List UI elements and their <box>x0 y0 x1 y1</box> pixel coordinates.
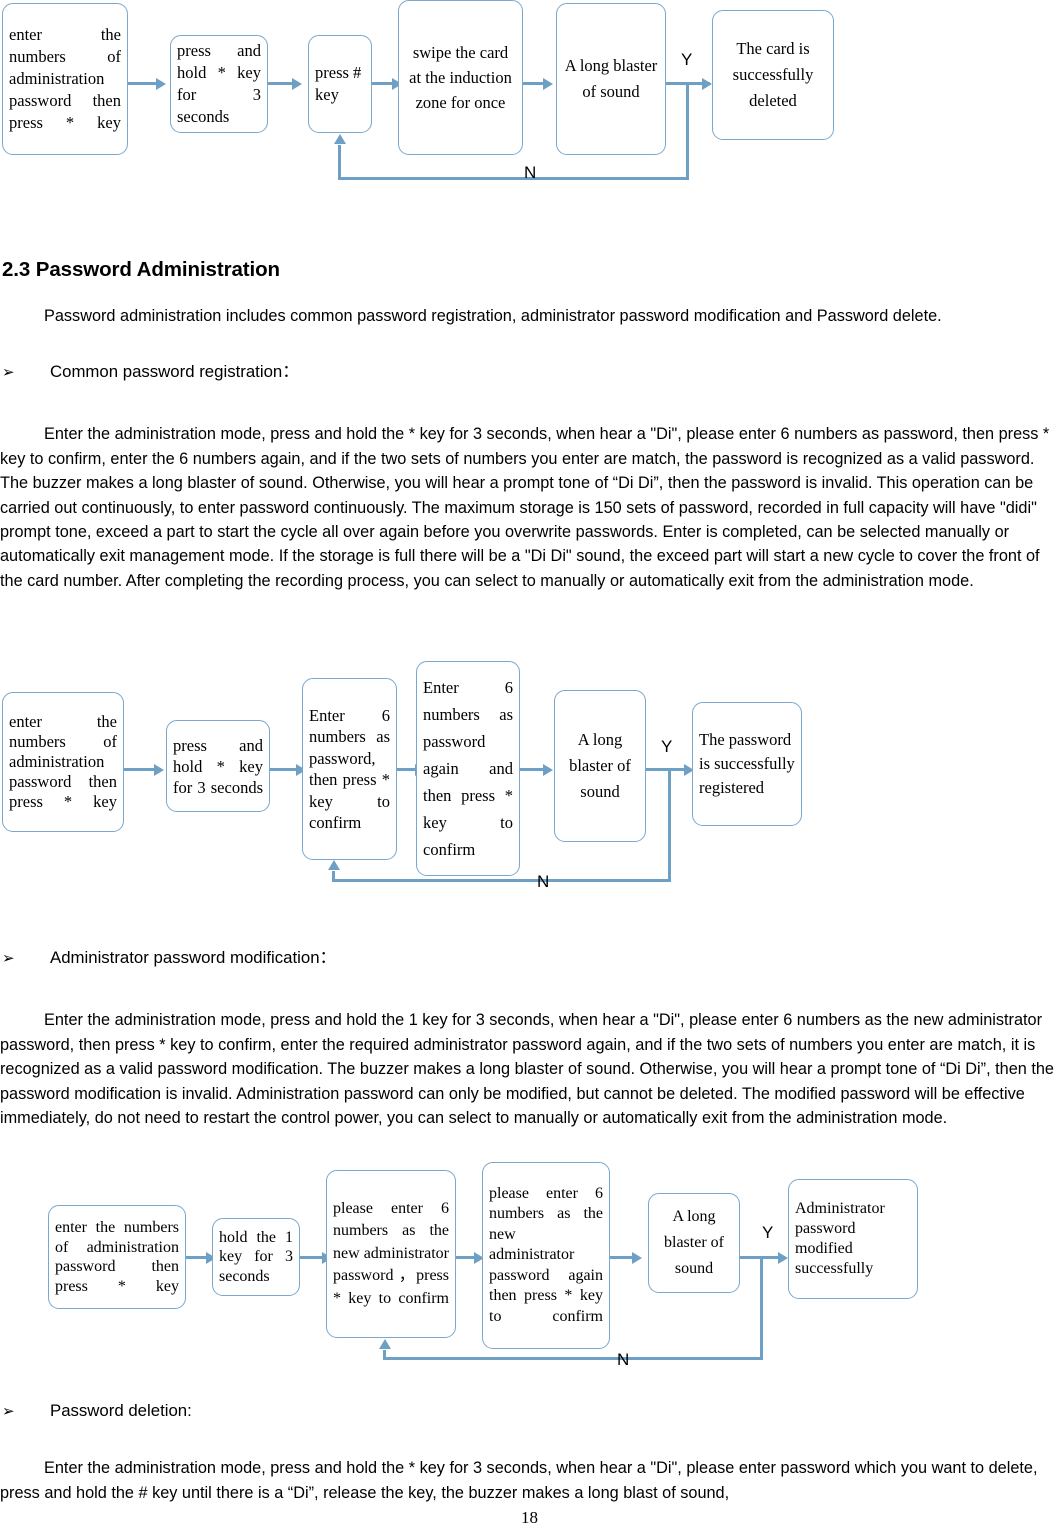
flowchart-card-deletion: enter the numbers of administration pass… <box>0 0 1059 200</box>
branch-label-no: N <box>524 163 537 182</box>
arrowhead-icon <box>543 78 553 90</box>
flow-box-password-registered: The password is successfully registered <box>692 702 802 826</box>
connector-3 <box>372 82 394 85</box>
page-title: 2.3 Password Administration <box>2 258 280 281</box>
bullet-common-password-registration: ➢ Common password registration： <box>2 358 299 382</box>
branch-label-yes: Y <box>762 1223 774 1242</box>
flow-box-text: enter the numbers of administration pass… <box>55 1219 179 1295</box>
flow-box-text: please enter 6 numbers as the new admini… <box>333 1199 449 1307</box>
bullet-label: Password deletion: <box>50 1401 192 1420</box>
branch-label-yes: Y <box>681 50 693 69</box>
flow-box-text: A long blaster of sound <box>664 1208 724 1277</box>
arrowhead-icon <box>292 78 302 90</box>
page-number: 18 <box>521 1508 538 1527</box>
branch-label-no: N <box>617 1350 630 1369</box>
section-paragraph-common-registration: Enter the administration mode, press and… <box>0 425 1050 590</box>
bullet-label: Common password registration： <box>50 362 300 381</box>
feedback-vertical-left <box>332 871 335 881</box>
intro-paragraph: Password administration includes common … <box>44 307 942 326</box>
section-paragraph-password-deletion: Enter the administration mode, press and… <box>0 1459 1038 1502</box>
flow-box-text: press and hold * key for 3 seconds <box>173 735 263 797</box>
arrowhead-icon <box>702 78 712 90</box>
connector-1 <box>128 82 158 85</box>
flow-box-hold-star-key: press and hold * key for 3 seconds <box>170 35 268 133</box>
flow-box-text: hold the 1 key for 3 seconds <box>219 1228 293 1285</box>
arrowhead-icon <box>379 1339 391 1349</box>
feedback-vertical-left <box>383 1350 386 1360</box>
arrowhead-icon <box>156 78 166 90</box>
arrow-bullet-icon: ➢ <box>2 1402 15 1420</box>
flow-box-admin-password-modified: Administrator password modified successf… <box>788 1179 918 1299</box>
feedback-horizontal <box>332 879 670 882</box>
arrowhead-icon <box>778 1252 788 1264</box>
feedback-vertical-right <box>760 1256 763 1360</box>
flow-box-text: The password is successfully registered <box>699 730 795 797</box>
arrowhead-icon <box>154 764 164 776</box>
branch-label-yes: Y <box>661 737 673 756</box>
feedback-horizontal <box>383 1357 763 1360</box>
flow-box-text: A long blaster of sound <box>569 730 631 801</box>
flow-box-swipe-card: swipe the card at the induction zone for… <box>398 0 523 155</box>
connector-1 <box>124 768 156 771</box>
connector-4 <box>523 82 545 85</box>
flow-box-card-deleted: The card is successfully deleted <box>712 10 834 140</box>
flow-box-press-hash-key: press # key <box>308 35 372 133</box>
flow-box-enter-admin-password: enter the numbers of administration pass… <box>48 1205 186 1309</box>
arrowhead-icon <box>334 134 346 144</box>
flow-box-enter-admin-password: enter the numbers of administration pass… <box>2 3 128 155</box>
flow-box-hold-1-key: hold the 1 key for 3 seconds <box>212 1218 300 1296</box>
arrowhead-icon <box>328 860 340 870</box>
flow-box-enter-6-numbers-again: Enter 6 numbers as password again and th… <box>416 661 520 876</box>
flow-box-text: The card is successfully deleted <box>732 39 814 110</box>
bullet-label: Administrator password modification： <box>50 948 337 967</box>
feedback-vertical-left <box>338 145 341 179</box>
flowchart-password-registration: enter the numbers of administration pass… <box>0 650 1059 900</box>
flow-box-text: Enter 6 numbers as password, then press … <box>309 705 390 833</box>
feedback-vertical-right <box>686 82 689 180</box>
connector-2 <box>268 82 294 85</box>
flow-box-long-blaster-sound: A long blaster of sound <box>648 1193 740 1293</box>
flow-box-text: Administrator password modified successf… <box>795 1200 885 1277</box>
branch-label-no: N <box>537 872 550 891</box>
flow-box-enter-new-admin-password: please enter 6 numbers as the new admini… <box>326 1170 456 1338</box>
flowchart-administrator-modification: enter the numbers of administration pass… <box>0 1162 1059 1369</box>
flow-box-text: enter the numbers of administration pass… <box>9 25 121 132</box>
flow-box-enter-admin-password: enter the numbers of administration pass… <box>2 692 124 832</box>
flow-box-long-blaster-sound: A long blaster of sound <box>554 690 646 842</box>
flow-box-text: press # key <box>315 63 362 104</box>
flow-box-text: enter the numbers of administration pass… <box>9 712 117 811</box>
arrow-bullet-icon: ➢ <box>2 363 15 381</box>
flow-box-hold-star-key: press and hold * key for 3 seconds <box>166 720 270 812</box>
section-paragraph-admin-modification: Enter the administration mode, press and… <box>0 1011 1054 1127</box>
arrowhead-icon <box>543 764 553 776</box>
flow-box-enter-new-admin-password-again: please enter 6 numbers as the new admini… <box>482 1162 610 1349</box>
flow-box-enter-6-numbers: Enter 6 numbers as password, then press … <box>302 678 397 860</box>
bullet-administrator-password-modification: ➢ Administrator password modification： <box>2 944 336 968</box>
flow-box-text: please enter 6 numbers as the new admini… <box>489 1184 603 1325</box>
bullet-password-deletion: ➢ Password deletion: <box>2 1401 192 1421</box>
arrow-bullet-icon: ➢ <box>2 949 15 967</box>
flow-box-long-blaster-sound: A long blaster of sound <box>556 3 666 155</box>
flow-box-text: A long blaster of sound <box>564 56 658 101</box>
flow-box-text: Enter 6 numbers as password again and th… <box>423 678 513 859</box>
feedback-horizontal <box>338 177 688 180</box>
flow-box-text: press and hold * key for 3 seconds <box>177 41 261 126</box>
feedback-vertical-right <box>668 768 671 882</box>
flow-box-text: swipe the card at the induction zone for… <box>409 43 512 112</box>
arrowhead-icon <box>632 1252 642 1264</box>
